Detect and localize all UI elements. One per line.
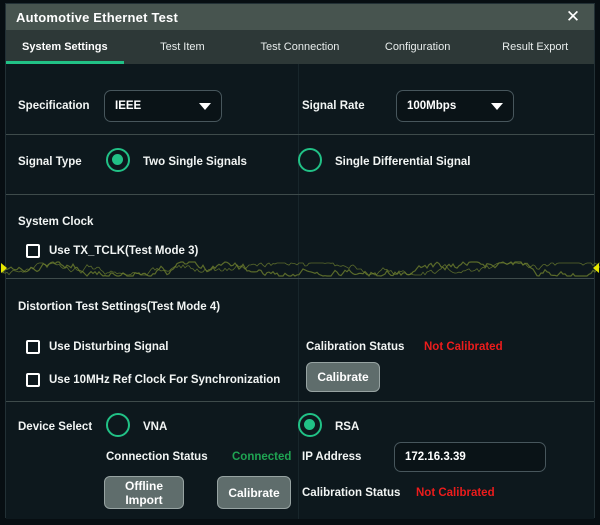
graticule-centerline <box>298 64 299 519</box>
single-differential-signal-label: Single Differential Signal <box>335 156 470 168</box>
tab-configuration[interactable]: Configuration <box>359 30 477 64</box>
use-tx-tclk-label: Use TX_TCLK(Test Mode 3) <box>49 245 198 257</box>
device-calibration-status-label: Calibration Status <box>302 487 400 499</box>
tab-bar: System Settings Test Item Test Connectio… <box>6 30 594 64</box>
section-divider <box>6 401 594 402</box>
tab-test-connection[interactable]: Test Connection <box>241 30 359 64</box>
ip-address-input[interactable] <box>394 442 546 472</box>
section-divider <box>6 194 594 195</box>
use-disturbing-signal-checkbox[interactable] <box>26 340 40 354</box>
device-calibration-status-value: Not Calibrated <box>416 487 495 499</box>
ip-address-label: IP Address <box>302 451 361 463</box>
dialog-body: Specification IEEE Signal Rate 100Mbps S… <box>6 64 594 519</box>
section-divider <box>6 278 594 279</box>
tab-system-settings[interactable]: System Settings <box>6 30 124 64</box>
tab-result-export[interactable]: Result Export <box>476 30 594 64</box>
dialog-titlebar: Automotive Ethernet Test ✕ <box>6 4 594 30</box>
automotive-ethernet-test-dialog: Automotive Ethernet Test ✕ System Settin… <box>5 3 595 518</box>
system-clock-title: System Clock <box>18 216 93 228</box>
offline-import-button[interactable]: Offline Import <box>104 476 184 509</box>
use-tx-tclk-checkbox[interactable] <box>26 244 40 258</box>
use-disturbing-signal-label: Use Disturbing Signal <box>49 341 169 353</box>
distortion-calibrate-button[interactable]: Calibrate <box>306 362 380 392</box>
dialog-title: Automotive Ethernet Test <box>16 10 178 25</box>
rsa-label: RSA <box>335 421 359 433</box>
chevron-down-icon <box>199 103 211 110</box>
close-icon[interactable]: ✕ <box>562 6 584 28</box>
connection-status-value: Connected <box>232 451 291 463</box>
radio-two-single-signals[interactable] <box>106 148 130 172</box>
distortion-calibration-status-label: Calibration Status <box>306 341 404 353</box>
two-single-signals-label: Two Single Signals <box>143 156 247 168</box>
distortion-title: Distortion Test Settings(Test Mode 4) <box>18 301 220 313</box>
tab-test-item[interactable]: Test Item <box>124 30 242 64</box>
specification-label: Specification <box>18 100 90 112</box>
channel-marker-right-icon <box>593 263 599 273</box>
connection-status-label: Connection Status <box>106 451 208 463</box>
device-calibrate-button[interactable]: Calibrate <box>217 476 291 509</box>
signal-type-label: Signal Type <box>18 156 82 168</box>
specification-value: IEEE <box>115 100 141 112</box>
vna-label: VNA <box>143 421 167 433</box>
use-10mhz-refclock-label: Use 10MHz Ref Clock For Synchronization <box>49 374 280 386</box>
device-select-label: Device Select <box>18 421 92 433</box>
use-10mhz-refclock-checkbox[interactable] <box>26 373 40 387</box>
radio-vna[interactable] <box>106 413 130 437</box>
channel-marker-left-icon <box>1 263 7 273</box>
radio-rsa[interactable] <box>298 413 322 437</box>
waveform-trace <box>1 258 600 280</box>
chevron-down-icon <box>491 103 503 110</box>
oscilloscope-screen: Automotive Ethernet Test ✕ System Settin… <box>0 0 600 525</box>
section-divider <box>6 134 594 135</box>
signal-rate-dropdown[interactable]: 100Mbps <box>396 90 514 122</box>
signal-rate-value: 100Mbps <box>407 100 456 112</box>
specification-dropdown[interactable]: IEEE <box>104 90 222 122</box>
radio-single-differential-signal[interactable] <box>298 148 322 172</box>
signal-rate-label: Signal Rate <box>302 100 365 112</box>
distortion-calibration-status-value: Not Calibrated <box>424 341 503 353</box>
